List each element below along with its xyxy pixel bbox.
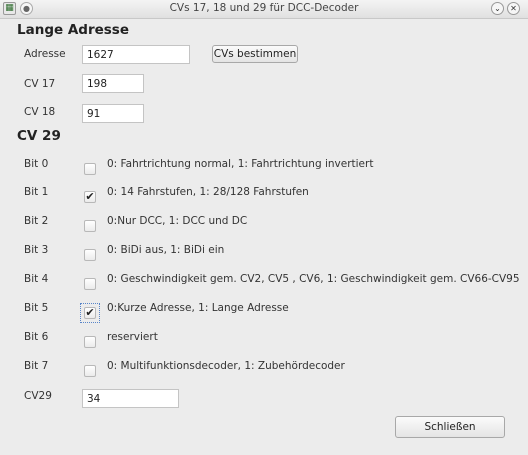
bit-label: Bit 3 — [24, 244, 49, 256]
bit-label: Bit 4 — [24, 273, 49, 285]
long-address-heading: Lange Adresse — [17, 22, 129, 38]
bit-checkbox[interactable]: ✔ — [84, 191, 96, 203]
cv18-label: CV 18 — [24, 106, 56, 118]
bit-label: Bit 0 — [24, 158, 49, 170]
calc-cvs-button[interactable]: CVs bestimmen — [212, 45, 298, 63]
checkmark-icon: ✔ — [85, 306, 95, 319]
calc-cvs-button-label: CVs bestimmen — [213, 48, 297, 60]
bit-checkbox[interactable] — [84, 278, 96, 290]
bit-description: 0:Kurze Adresse, 1: Lange Adresse — [107, 302, 289, 314]
cv29-value-input[interactable] — [82, 389, 179, 408]
bit-description: 0: Geschwindigkeit gem. CV2, CV5 , CV6, … — [107, 273, 520, 285]
close-icon[interactable]: ✕ — [507, 2, 520, 15]
address-label: Adresse — [24, 48, 66, 60]
bit-description: 0: Multifunktionsdecoder, 1: Zubehördeco… — [107, 360, 345, 372]
title-bar: ▦ ● CVs 17, 18 und 29 für DCC-Decoder ⌄ … — [0, 0, 528, 19]
bit-checkbox[interactable] — [84, 220, 96, 232]
cv17-input[interactable] — [82, 74, 144, 93]
bit-description: 0:Nur DCC, 1: DCC und DC — [107, 215, 248, 227]
cv18-input[interactable] — [82, 104, 144, 123]
bit-description: 0: Fahrtrichtung normal, 1: Fahrtrichtun… — [107, 158, 374, 170]
bit-label: Bit 1 — [24, 186, 49, 198]
bit-description: 0: 14 Fahrstufen, 1: 28/128 Fahrstufen — [107, 186, 309, 198]
checkmark-icon: ✔ — [85, 190, 95, 203]
bit-label: Bit 7 — [24, 360, 49, 372]
bit-checkbox[interactable] — [84, 365, 96, 377]
window-title: CVs 17, 18 und 29 für DCC-Decoder — [169, 2, 359, 14]
bit-label: Bit 2 — [24, 215, 49, 227]
close-button[interactable]: Schließen — [395, 416, 505, 438]
cv29-heading: CV 29 — [17, 128, 61, 144]
cv17-label: CV 17 — [24, 78, 56, 90]
bit-label: Bit 6 — [24, 331, 49, 343]
address-input[interactable] — [82, 45, 190, 64]
close-button-label: Schließen — [424, 421, 476, 433]
bit-description: 0: BiDi aus, 1: BiDi ein — [107, 244, 225, 256]
bit-checkbox[interactable] — [84, 163, 96, 175]
bit-checkbox[interactable] — [84, 249, 96, 261]
bit-label: Bit 5 — [24, 302, 49, 314]
bit-checkbox[interactable] — [84, 336, 96, 348]
cv29-value-label: CV29 — [24, 390, 52, 402]
bit-checkbox[interactable]: ✔ — [84, 307, 96, 319]
bit-description: reserviert — [107, 331, 158, 343]
minimize-icon[interactable]: ⌄ — [491, 2, 504, 15]
